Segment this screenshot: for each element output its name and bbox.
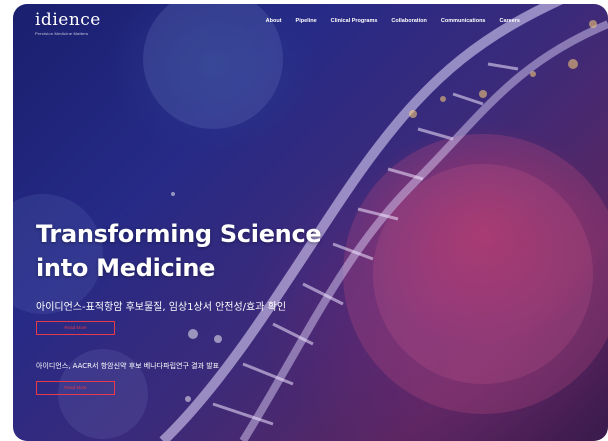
- headline-line-2: into Medicine: [36, 254, 216, 282]
- read-more-button-1[interactable]: Read More: [36, 321, 115, 335]
- main-nav: About Pipeline Clinical Programs Collabo…: [252, 18, 520, 24]
- brand-name: idience: [35, 10, 101, 30]
- hero-headline: Transforming Science into Medicine: [36, 217, 322, 285]
- nav-pipeline[interactable]: Pipeline: [296, 18, 317, 24]
- headline-line-1: Transforming Science: [36, 220, 322, 248]
- news-headline-1: 아이디언스-표적항암 후보물질, 임상1상서 안전성/효과 확인: [36, 302, 287, 313]
- brand-tagline: Precision Medicine Matters: [35, 31, 89, 36]
- nav-clinical-programs[interactable]: Clinical Programs: [331, 18, 378, 24]
- nav-about[interactable]: About: [266, 18, 282, 24]
- read-more-button-2[interactable]: Read More: [36, 381, 115, 395]
- nav-careers[interactable]: Careers: [500, 18, 521, 24]
- nav-communications[interactable]: Communications: [441, 18, 486, 24]
- news-headline-2: 아이디언스, AACR서 항암신약 후보 베나다파립연구 결과 발표: [36, 362, 220, 370]
- nav-collaboration[interactable]: Collaboration: [391, 18, 426, 24]
- hero-banner: idience Precision Medicine Matters About…: [13, 4, 608, 441]
- brand-logo[interactable]: idience Precision Medicine Matters: [35, 10, 101, 36]
